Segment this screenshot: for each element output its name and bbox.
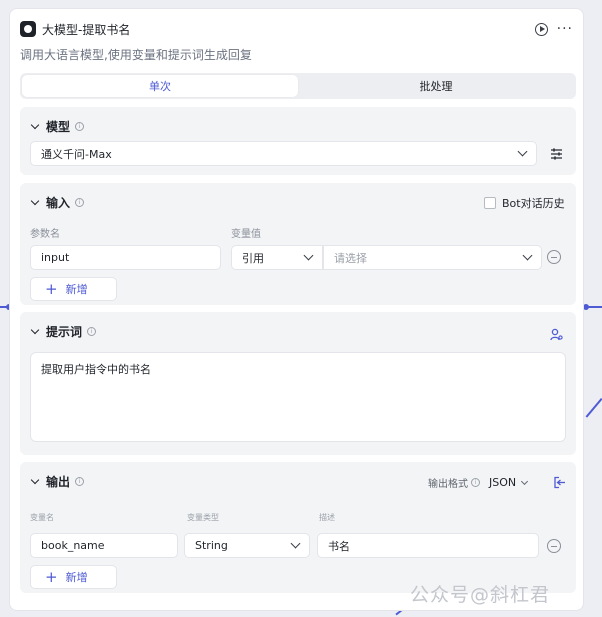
value-mode-value: 引用 xyxy=(242,251,264,265)
output-desc-value: 书名 xyxy=(328,539,350,553)
model-section: 模型 i 通义千问-Max xyxy=(20,107,576,175)
model-section-title: 模型 xyxy=(46,120,71,134)
info-icon: i xyxy=(75,198,85,207)
output-format-label: 输出格式 xyxy=(428,479,468,490)
prompt-textarea[interactable]: 提取用户指令中的书名 xyxy=(30,352,566,442)
node-title: 大模型-提取书名 xyxy=(42,22,131,37)
chevron-down-icon xyxy=(303,250,314,261)
prompt-section: 提示词 i 提取用户指令中的书名 xyxy=(20,312,576,455)
output-section-title: 输出 xyxy=(46,475,71,489)
info-icon: i xyxy=(75,477,85,486)
model-select[interactable]: 通义千问-Max xyxy=(30,141,537,166)
prompt-section-header[interactable]: 提示词 i xyxy=(30,323,97,340)
chevron-down-icon xyxy=(290,538,301,549)
input-section: 输入 i Bot对话历史 参数名 变量值 input 引用 请选择 + 新增 xyxy=(20,183,576,305)
llm-node-card[interactable]: 大模型-提取书名 ··· 调用大语言模型,使用变量和提示词生成回复 单次 批处理… xyxy=(9,8,584,611)
output-type-value: String xyxy=(195,539,228,552)
chevron-down-icon xyxy=(522,250,533,261)
info-icon: i xyxy=(87,327,97,336)
output-name-input[interactable]: book_name xyxy=(30,533,178,558)
input-section-title: 输入 xyxy=(46,196,71,210)
value-reference-placeholder: 请选择 xyxy=(334,251,367,265)
param-value-header: 变量值 xyxy=(231,229,261,240)
run-button[interactable] xyxy=(533,20,551,38)
bot-history-toggle[interactable]: Bot对话历史 xyxy=(484,195,565,211)
output-type-select[interactable]: String xyxy=(184,533,310,558)
output-type-header: 变量类型 xyxy=(187,513,219,522)
value-mode-select[interactable]: 引用 xyxy=(231,245,323,270)
output-format-value: JSON xyxy=(489,476,517,489)
node-header: 大模型-提取书名 ··· xyxy=(20,19,573,39)
export-button[interactable] xyxy=(550,473,568,491)
output-desc-input[interactable]: 书名 xyxy=(317,533,539,558)
prompt-text: 提取用户指令中的书名 xyxy=(41,363,151,376)
output-format-control: 输出格式 i JSON xyxy=(428,475,529,490)
input-section-header[interactable]: 输入 i xyxy=(30,194,85,211)
tab-batch[interactable]: 批处理 xyxy=(298,75,574,97)
param-name-header: 参数名 xyxy=(30,229,60,240)
mode-tabs: 单次 批处理 xyxy=(20,73,576,99)
export-icon xyxy=(553,476,565,488)
right-edge-line xyxy=(588,306,602,308)
chevron-down-icon xyxy=(30,477,40,487)
chevron-down-icon xyxy=(517,146,528,157)
remove-input-button[interactable] xyxy=(547,250,561,264)
model-select-value: 通义千问-Max xyxy=(41,147,112,161)
add-output-button[interactable]: + 新增 xyxy=(30,565,117,589)
node-description: 调用大语言模型,使用变量和提示词生成回复 xyxy=(20,48,252,62)
watermark: 公众号@斜杠君 xyxy=(410,584,551,606)
bot-history-checkbox[interactable] xyxy=(484,197,496,209)
prompt-section-title: 提示词 xyxy=(46,325,83,339)
app-logo-icon xyxy=(20,21,36,37)
settings-sliders-icon xyxy=(550,148,562,160)
param-name-value: input xyxy=(41,251,70,264)
param-name-input[interactable]: input xyxy=(30,245,221,270)
output-desc-header: 描述 xyxy=(319,513,335,522)
chevron-down-icon xyxy=(30,327,40,337)
model-section-header[interactable]: 模型 i xyxy=(30,118,85,135)
model-settings-button[interactable] xyxy=(547,145,565,163)
info-icon: i xyxy=(471,478,480,487)
connection-curve xyxy=(585,398,602,418)
more-icon[interactable]: ··· xyxy=(557,21,573,37)
add-input-label: 新增 xyxy=(65,283,88,296)
bot-history-label: Bot对话历史 xyxy=(502,197,565,210)
tab-single[interactable]: 单次 xyxy=(22,75,298,97)
info-icon: i xyxy=(75,122,85,131)
add-input-button[interactable]: + 新增 xyxy=(30,277,117,301)
play-circle-icon xyxy=(535,22,549,36)
chevron-down-icon xyxy=(521,477,529,485)
value-reference-select[interactable]: 请选择 xyxy=(323,245,542,270)
output-name-header: 变量名 xyxy=(30,513,54,522)
remove-output-button[interactable] xyxy=(547,539,561,553)
add-output-label: 新增 xyxy=(65,571,88,584)
output-section-header[interactable]: 输出 i xyxy=(30,473,85,490)
output-format-select[interactable]: JSON xyxy=(489,476,529,489)
plus-icon: + xyxy=(45,279,58,298)
output-name-value: book_name xyxy=(41,539,105,552)
prompt-user-icon xyxy=(549,328,563,340)
chevron-down-icon xyxy=(30,198,40,208)
chevron-down-icon xyxy=(30,122,40,132)
left-edge-line xyxy=(0,306,8,308)
output-section: 输出 i 输出格式 i JSON 变量名 变量类型 描述 book_name S… xyxy=(20,462,576,593)
prompt-user-button[interactable] xyxy=(547,325,565,343)
plus-icon: + xyxy=(45,567,58,586)
